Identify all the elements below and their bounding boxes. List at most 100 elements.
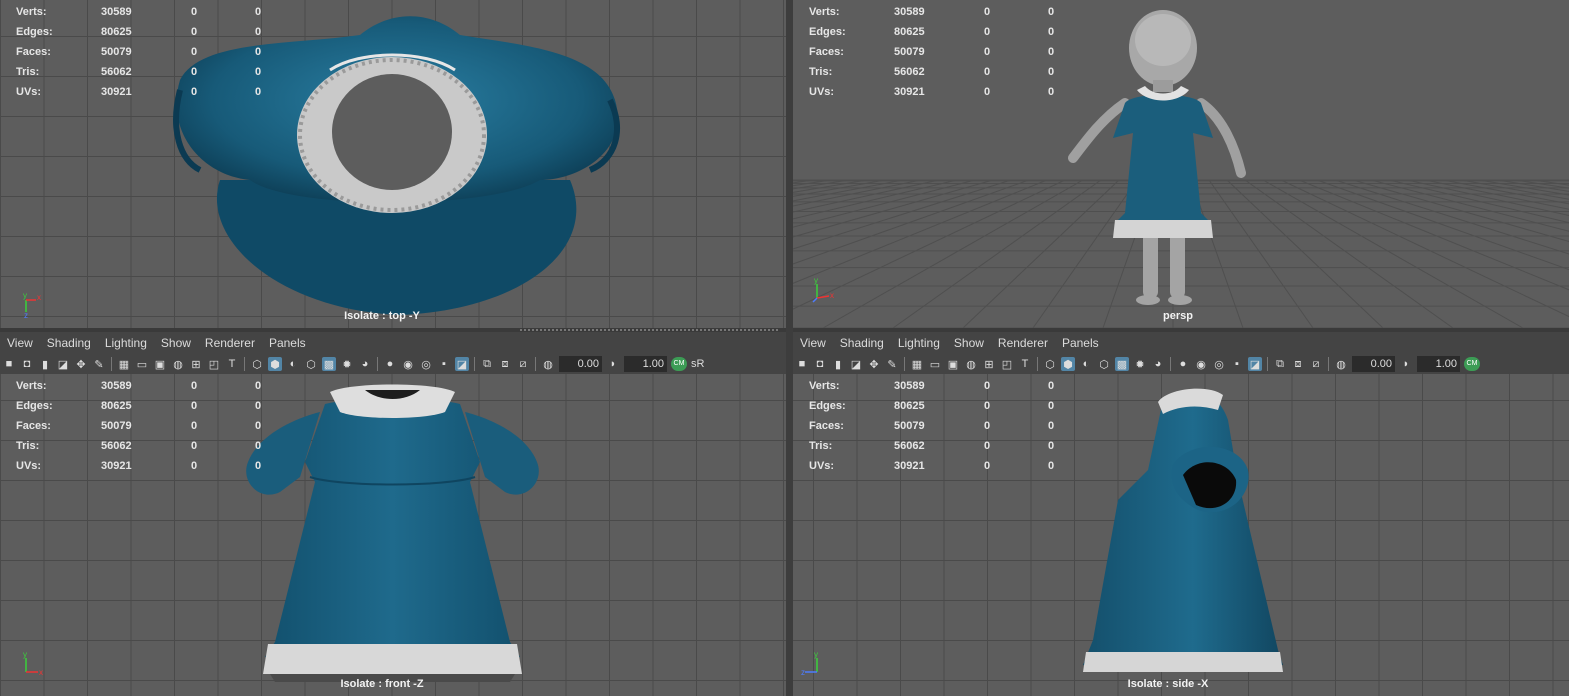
- motion-blur-icon[interactable]: ◉: [1194, 357, 1208, 371]
- isolate-select-icon[interactable]: ◪: [455, 357, 469, 371]
- film-gate-icon[interactable]: ▭: [928, 357, 942, 371]
- screen-space-ao-icon[interactable]: ●: [1176, 357, 1190, 371]
- menu-lighting[interactable]: Lighting: [891, 332, 947, 354]
- safe-action-icon[interactable]: ◰: [207, 357, 221, 371]
- depth-of-field-icon[interactable]: ▪: [437, 357, 451, 371]
- camera-attributes-icon[interactable]: ◘: [20, 357, 34, 371]
- field-chart-icon[interactable]: ⊞: [982, 357, 996, 371]
- menu-panels[interactable]: Panels: [1055, 332, 1106, 354]
- 2d-pan-zoom-icon[interactable]: ✥: [867, 357, 881, 371]
- wireframe-icon[interactable]: ⬡: [250, 357, 264, 371]
- hud-row-tris: Tris: 56062 0 0: [809, 62, 1079, 82]
- viewport-side[interactable]: Verts: 30589 0 0 Edges: 80625 0 0 Faces: 50079 0…: [793, 374, 1569, 696]
- menu-renderer[interactable]: Renderer: [198, 332, 262, 354]
- grease-pencil-icon[interactable]: ✎: [92, 357, 106, 371]
- exposure-field[interactable]: [1352, 356, 1395, 372]
- menu-view[interactable]: View: [793, 332, 833, 354]
- gamma-field[interactable]: [1417, 356, 1460, 372]
- color-management-toggle[interactable]: CM: [671, 357, 687, 371]
- menu-show[interactable]: Show: [154, 332, 198, 354]
- viewport-persp[interactable]: Verts: 30589 0 0 Edges: 80625 0 0 Faces: 50079 0…: [793, 0, 1569, 328]
- shadows-icon[interactable]: ◕: [358, 357, 372, 371]
- baby-character-model[interactable]: [1063, 8, 1263, 313]
- lights-icon[interactable]: ✹: [1133, 357, 1147, 371]
- image-plane-icon[interactable]: ◪: [849, 357, 863, 371]
- lights-icon[interactable]: ✹: [340, 357, 354, 371]
- wireframe-on-shaded-icon[interactable]: ⬡: [304, 357, 318, 371]
- menu-panels[interactable]: Panels: [262, 332, 313, 354]
- hud-value: 0: [255, 86, 262, 98]
- image-plane-icon[interactable]: ◪: [56, 357, 70, 371]
- hud-value: 30589: [101, 6, 132, 18]
- hud-value: 0: [255, 420, 262, 432]
- grid-icon[interactable]: ▦: [117, 357, 131, 371]
- xray-active-icon[interactable]: ⧈: [1291, 357, 1305, 371]
- xray-active-icon[interactable]: ⧈: [498, 357, 512, 371]
- motion-blur-icon[interactable]: ◉: [401, 357, 415, 371]
- anti-aliasing-icon[interactable]: ◎: [419, 357, 433, 371]
- menu-renderer[interactable]: Renderer: [991, 332, 1055, 354]
- hud-row-uvs: UVs: 30921 0 0: [809, 456, 1079, 476]
- safe-action-icon[interactable]: ◰: [1000, 357, 1014, 371]
- grease-pencil-icon[interactable]: ✎: [885, 357, 899, 371]
- hud-value: 30921: [101, 86, 132, 98]
- smooth-shade-icon[interactable]: ⬢: [268, 357, 282, 371]
- gamma-icon[interactable]: ◗: [606, 357, 620, 371]
- 2d-pan-zoom-icon[interactable]: ✥: [74, 357, 88, 371]
- screen-space-ao-icon[interactable]: ●: [383, 357, 397, 371]
- shadows-icon[interactable]: ◕: [1151, 357, 1165, 371]
- camera-attributes-icon[interactable]: ◘: [813, 357, 827, 371]
- exposure-icon[interactable]: ◍: [541, 357, 555, 371]
- smooth-shade-icon[interactable]: ⬢: [1061, 357, 1075, 371]
- hud-value: 0: [255, 440, 262, 452]
- grid-icon[interactable]: ▦: [910, 357, 924, 371]
- exposure-field[interactable]: [559, 356, 602, 372]
- safe-title-icon[interactable]: T: [225, 357, 239, 371]
- textured-icon[interactable]: ▩: [322, 357, 336, 371]
- default-material-icon[interactable]: ◐: [286, 357, 300, 371]
- hud-value: 0: [984, 380, 991, 392]
- depth-of-field-icon[interactable]: ▪: [1230, 357, 1244, 371]
- menu-show[interactable]: Show: [947, 332, 991, 354]
- resolution-gate-icon[interactable]: ▣: [946, 357, 960, 371]
- menu-shading[interactable]: Shading: [833, 332, 891, 354]
- gamma-icon[interactable]: ◗: [1399, 357, 1413, 371]
- bookmark-icon[interactable]: ▮: [831, 357, 845, 371]
- resize-handle[interactable]: [520, 329, 780, 331]
- color-management-toggle[interactable]: CM: [1464, 357, 1480, 371]
- hud-row-faces: Faces: 50079 0 0: [16, 416, 286, 436]
- dress-model-side-view[interactable]: [1078, 380, 1288, 692]
- film-gate-icon[interactable]: ▭: [135, 357, 149, 371]
- isolate-select-icon[interactable]: ◪: [1248, 357, 1262, 371]
- gamma-field[interactable]: [624, 356, 667, 372]
- field-chart-icon[interactable]: ⊞: [189, 357, 203, 371]
- camera-select-icon[interactable]: ■: [795, 357, 809, 371]
- xray-icon[interactable]: ⧉: [480, 357, 494, 371]
- gate-mask-icon[interactable]: ◍: [964, 357, 978, 371]
- camera-select-icon[interactable]: ■: [2, 357, 16, 371]
- view-transform-label[interactable]: sR: [691, 358, 704, 370]
- hud-row-verts: Verts: 30589 0 0: [809, 2, 1079, 22]
- resolution-gate-icon[interactable]: ▣: [153, 357, 167, 371]
- xray-icon[interactable]: ⧉: [1273, 357, 1287, 371]
- wireframe-on-shaded-icon[interactable]: ⬡: [1097, 357, 1111, 371]
- viewport-top[interactable]: Verts: 30589 0 0 Edges: 80625 0 0 Faces: 50079 0…: [0, 0, 786, 328]
- menu-shading[interactable]: Shading: [40, 332, 98, 354]
- default-material-icon[interactable]: ◐: [1079, 357, 1093, 371]
- textured-icon[interactable]: ▩: [1115, 357, 1129, 371]
- xray-joints-icon[interactable]: ⧄: [516, 357, 530, 371]
- anti-aliasing-icon[interactable]: ◎: [1212, 357, 1226, 371]
- viewport-divider-vertical[interactable]: [786, 0, 793, 696]
- bookmark-icon[interactable]: ▮: [38, 357, 52, 371]
- safe-title-icon[interactable]: T: [1018, 357, 1032, 371]
- hud-label: UVs:: [809, 86, 835, 98]
- wireframe-icon[interactable]: ⬡: [1043, 357, 1057, 371]
- menu-lighting[interactable]: Lighting: [98, 332, 154, 354]
- viewport-front[interactable]: Verts: 30589 0 0 Edges: 80625 0 0 Faces: 50079 0…: [0, 374, 786, 696]
- menu-view[interactable]: View: [0, 332, 40, 354]
- exposure-icon[interactable]: ◍: [1334, 357, 1348, 371]
- hud-value: 30589: [894, 380, 925, 392]
- hud-value: 0: [191, 440, 198, 452]
- xray-joints-icon[interactable]: ⧄: [1309, 357, 1323, 371]
- gate-mask-icon[interactable]: ◍: [171, 357, 185, 371]
